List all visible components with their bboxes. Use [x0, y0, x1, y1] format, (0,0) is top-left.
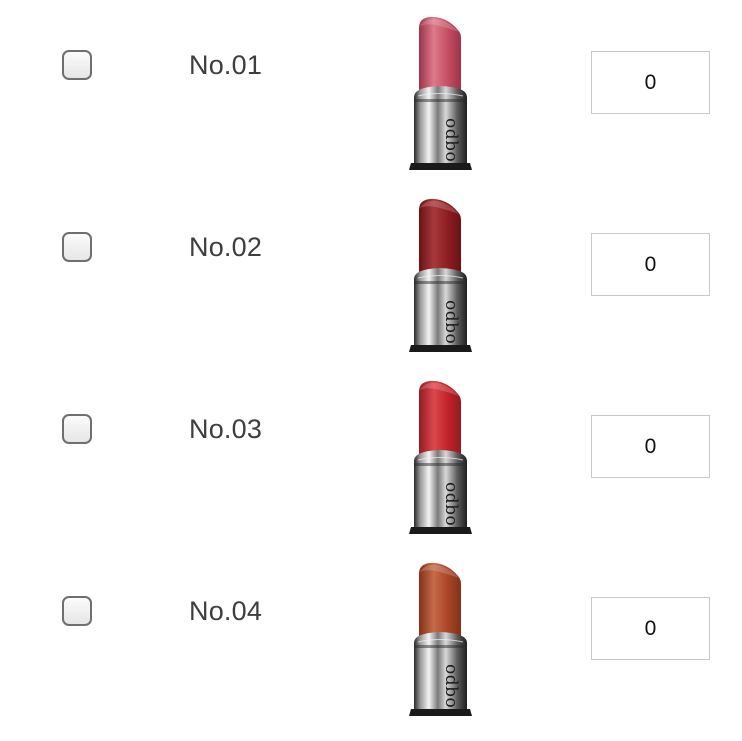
- svg-text:odbo: odbo: [441, 118, 461, 162]
- shade-list: No.01 odbo No.02 odbo No.03 odbo No.04 o…: [0, 0, 742, 741]
- lipstick-image: odbo: [406, 182, 476, 352]
- shade-row-04: No.04 odbo: [0, 546, 742, 728]
- shade-row-02: No.02 odbo: [0, 182, 742, 364]
- quantity-input-02[interactable]: [591, 233, 710, 296]
- shade-row-01: No.01 odbo: [0, 0, 742, 182]
- quantity-input-03[interactable]: [591, 415, 710, 478]
- quantity-input-01[interactable]: [591, 51, 710, 114]
- select-checkbox-02[interactable]: [62, 232, 92, 262]
- lipstick-image: odbo: [406, 546, 476, 716]
- svg-text:odbo: odbo: [441, 300, 461, 344]
- lipstick-image: odbo: [406, 364, 476, 534]
- svg-text:odbo: odbo: [441, 482, 461, 526]
- lipstick-image: odbo: [406, 0, 476, 170]
- select-checkbox-03[interactable]: [62, 414, 92, 444]
- shade-label: No.02: [189, 232, 263, 262]
- shade-label: No.04: [189, 596, 263, 626]
- shade-row-03: No.03 odbo: [0, 364, 742, 546]
- shade-label: No.01: [189, 50, 263, 80]
- shade-label: No.03: [189, 414, 263, 444]
- quantity-input-04[interactable]: [591, 597, 710, 660]
- select-checkbox-01[interactable]: [62, 50, 92, 80]
- select-checkbox-04[interactable]: [62, 596, 92, 626]
- svg-text:odbo: odbo: [441, 664, 461, 708]
